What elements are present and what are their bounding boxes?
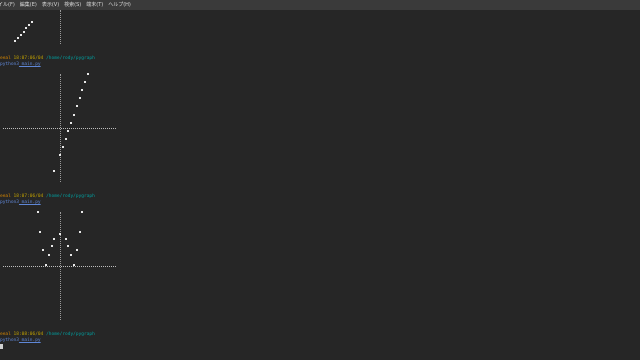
command-name: python3 (0, 200, 19, 205)
prompt-path: /home/rody/pygraph (46, 56, 95, 61)
plot-point (70, 121, 73, 124)
prompt-path: /home/rody/pygraph (46, 194, 95, 199)
shell-command: python3 main.py (0, 338, 41, 344)
text-cursor (0, 344, 3, 349)
prompt-user: eeal (0, 332, 11, 337)
menu-item-5[interactable]: ヘルプ(H) (108, 0, 131, 10)
plot-point (73, 263, 75, 266)
shell-command: python3 main.py (0, 200, 41, 206)
menubar: イル(F) 編集(E) 表示(V) 検索(S) 端末(T) ヘルプ(H) (0, 0, 640, 10)
x-axis-line (3, 266, 116, 267)
prompt-time: 18:07:06/04 (10, 56, 47, 61)
prompt-user: eeal (0, 56, 11, 61)
plot-point (75, 105, 78, 108)
menu-item-0[interactable]: イル(F) (0, 0, 15, 10)
function-input-prompt (0, 344, 3, 350)
prompt-time: 18:08:06/04 (10, 332, 47, 337)
shell-command: python3 main.py (0, 62, 41, 68)
command-name: python3 (0, 338, 19, 343)
plot-point (59, 232, 61, 235)
plot-point (67, 244, 70, 247)
plot-point (78, 97, 81, 100)
plot-point (67, 129, 70, 132)
plot-point (39, 231, 42, 234)
plot-point (87, 73, 89, 75)
plot-point (73, 113, 75, 116)
plot-point (17, 37, 19, 39)
plot-point (61, 145, 64, 148)
menu-item-3[interactable]: 検索(S) (64, 0, 81, 10)
plot-point (81, 89, 84, 92)
command-file[interactable]: main.py (19, 200, 41, 205)
terminal-output[interactable]: eeal 18:07:06/04 /home/rody/pygraph pytho… (0, 10, 640, 360)
plot-point (64, 238, 67, 240)
plot-point (36, 211, 39, 213)
plot-point (22, 30, 25, 33)
plot-point (81, 211, 84, 213)
prompt-user: eeal (0, 194, 11, 199)
plot-point (45, 263, 47, 266)
plot-point (53, 238, 56, 240)
plot-point (75, 248, 78, 251)
plot-point (84, 81, 87, 84)
command-file[interactable]: main.py (19, 62, 41, 67)
menu-item-1[interactable]: 編集(E) (20, 0, 37, 10)
plot-point (47, 254, 50, 257)
plot-point (14, 40, 17, 43)
prompt-time: 18:07:06/04 (10, 194, 47, 199)
plot-point (25, 27, 28, 30)
plot-point (64, 137, 67, 140)
plot-point (70, 254, 73, 257)
plot-point (53, 170, 56, 173)
plot-point (28, 24, 31, 27)
command-name: python3 (0, 62, 19, 67)
plot-point (59, 154, 61, 156)
plot-point (31, 21, 33, 23)
menu-item-4[interactable]: 端末(T) (86, 0, 103, 10)
prompt-path: /home/rody/pygraph (46, 332, 95, 337)
plot-point (50, 244, 53, 247)
x-axis-line (3, 128, 116, 129)
command-file[interactable]: main.py (19, 338, 41, 343)
plot-point (78, 231, 81, 234)
y-axis-line (60, 10, 61, 44)
plot-point (42, 248, 45, 251)
menu-item-2[interactable]: 表示(V) (42, 0, 59, 10)
plot-point (19, 33, 22, 36)
